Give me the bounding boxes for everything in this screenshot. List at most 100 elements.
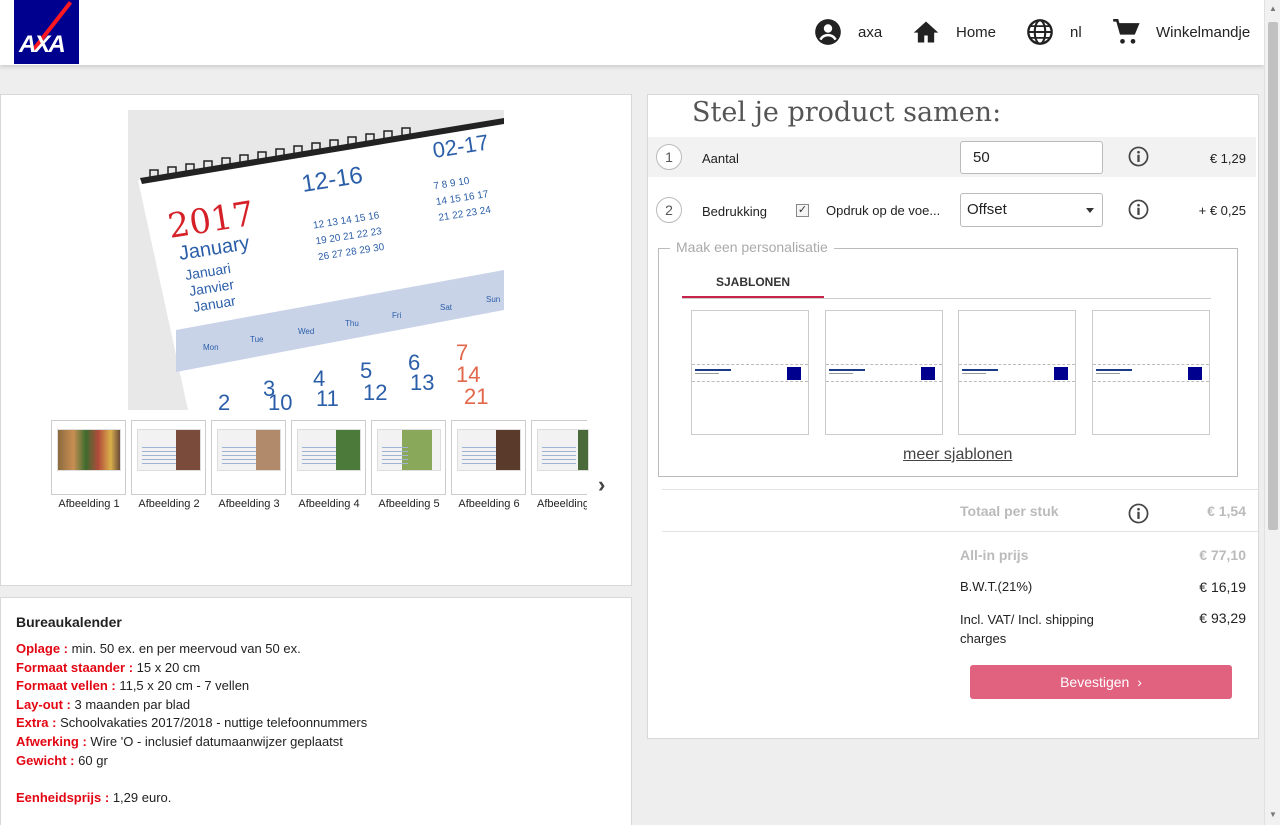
axa-logo[interactable]: AXA [14,0,79,64]
thumbnail-caption: Afbeelding 5 [378,498,440,510]
thumbnail-6[interactable] [451,420,526,495]
thumbnail-image [137,429,201,471]
nav-account-label: axa [858,23,883,41]
info-icon[interactable] [1128,199,1149,220]
template-text-line [695,369,731,371]
allin-value: € 77,10 [1199,547,1246,563]
spec-key: Gewicht : [16,753,75,768]
template-text-line [1096,369,1132,371]
thumbnail-1[interactable] [51,420,126,495]
thumbnail-caption: Afbeelding 2 [138,498,200,510]
quantity-input[interactable] [960,141,1103,174]
nav-language[interactable]: nl [1026,17,1082,47]
globe-icon [1027,19,1053,45]
template-band [692,364,808,382]
svg-text:Fri: Fri [392,311,402,320]
thumbnail-2[interactable] [131,420,206,495]
nav-account[interactable]: axa [814,17,882,47]
chevron-right-icon[interactable]: › [598,472,605,498]
template-card-2[interactable] [825,310,943,435]
template-card-4[interactable] [1092,310,1210,435]
spec-value: 15 x 20 cm [136,660,201,675]
checkbox-label: Opdruk op de voe... [826,203,941,218]
per-piece-label: Totaal per stuk [960,503,1059,519]
template-card-1[interactable] [691,310,809,435]
spec-key: Eenheidsprijs : [16,790,110,805]
info-icon[interactable] [1128,146,1149,167]
spec-value: 3 maanden par blad [74,697,191,712]
spec-line: Afwerking : Wire 'O - inclusief datumaan… [16,734,343,749]
nav-cart[interactable]: Winkelmandje [1112,17,1250,47]
template-band [1093,364,1209,382]
template-band [826,364,942,382]
svg-text:12: 12 [363,380,387,405]
page-scrollbar[interactable]: ▲ ▼ [1264,0,1280,825]
thumbnail-3[interactable] [211,420,286,495]
spec-value: 11,5 x 20 cm - 7 vellen [119,678,250,693]
axa-mini-logo [787,367,801,380]
thumbnail-caption: Afbeelding 7 [537,498,587,510]
product-title: Bureaukalender [16,614,122,630]
svg-text:21: 21 [464,384,488,409]
chevron-down-icon [1086,208,1094,213]
calendar-main-image[interactable]: 2017 January Januari Janvier Januar 12-1… [128,110,504,410]
spec-key: Oplage : [16,641,69,656]
nav-cart-label: Winkelmandje [1156,23,1251,41]
confirm-button[interactable]: Bevestigen › [970,665,1232,699]
confirm-label: Bevestigen [1060,674,1130,690]
spec-key: Afwerking : [16,734,87,749]
spec-value: 60 gr [78,753,108,768]
scroll-up-icon[interactable]: ▲ [1269,4,1277,13]
calendar-illustration: 2017 January Januari Janvier Januar 12-1… [128,110,504,410]
spec-line: Gewicht : 60 gr [16,753,108,768]
thumbnail-image [297,429,361,471]
vat-label: B.W.T.(21%) [960,579,1033,594]
template-card-3[interactable] [958,310,1076,435]
thumbnail-caption: Afbeelding 4 [298,498,360,510]
template-subline [962,373,986,374]
spec-line: Oplage : min. 50 ex. en per meervoud van… [16,641,301,656]
thumbnail-image [377,429,441,471]
footer-print-checkbox[interactable]: ✓ [796,204,809,217]
thumbnail-4[interactable] [291,420,366,495]
spec-key: Extra : [16,715,57,730]
step-aantal-row [648,137,1256,177]
chevron-right-icon: › [1137,674,1142,690]
description-panel: Bureaukalender Oplage : min. 50 ex. en p… [0,597,632,825]
unit-price-line: Eenheidsprijs : 1,29 euro. [16,790,171,805]
info-icon[interactable] [1128,503,1149,524]
scroll-down-icon[interactable]: ▼ [1269,810,1277,819]
top-header: AXA axa Home nl Winkelmandje [0,0,1264,65]
spec-value: 1,29 euro. [112,790,172,805]
spec-key: Formaat staander : [16,660,134,675]
aantal-price: € 1,29 [1209,151,1246,166]
more-templates-link[interactable]: meer sjablonen [903,446,1012,464]
cart-icon [1113,19,1140,44]
thumbnail-5[interactable] [371,420,446,495]
nav-home[interactable]: Home [912,17,996,47]
print-method-select[interactable]: Offset [960,193,1103,227]
tab-sjablonen[interactable]: SJABLONEN [682,275,824,299]
tab-divider [682,298,1211,299]
account-icon [815,19,841,45]
svg-text:Sun: Sun [486,295,500,304]
template-text-line [829,369,865,371]
svg-text:11: 11 [316,386,339,410]
svg-text:Tue: Tue [250,335,264,344]
per-piece-value: € 1,54 [1207,503,1246,519]
thumbnail-7[interactable] [531,420,589,495]
scrollbar-thumb[interactable] [1268,22,1278,530]
svg-text:Thu: Thu [345,319,359,328]
spec-line: Extra : Schoolvakaties 2017/2018 - nutti… [16,715,367,730]
nav-language-label: nl [1070,23,1082,41]
step-number: 1 [656,144,682,170]
thumbnail-caption: Afbeelding 1 [58,498,120,510]
step-number: 2 [656,197,682,223]
spec-value: Schoolvakaties 2017/2018 - nuttige telef… [60,715,368,730]
incl-label: Incl. VAT/ Incl. shipping charges [960,612,1094,646]
thumbnail-image [57,429,121,471]
bedrukking-price: + € 0,25 [1198,203,1246,218]
spec-line: Formaat vellen : 11,5 x 20 cm - 7 vellen [16,678,249,693]
svg-text:2: 2 [218,390,230,410]
gallery-panel: 2017 January Januari Janvier Januar 12-1… [0,94,632,586]
